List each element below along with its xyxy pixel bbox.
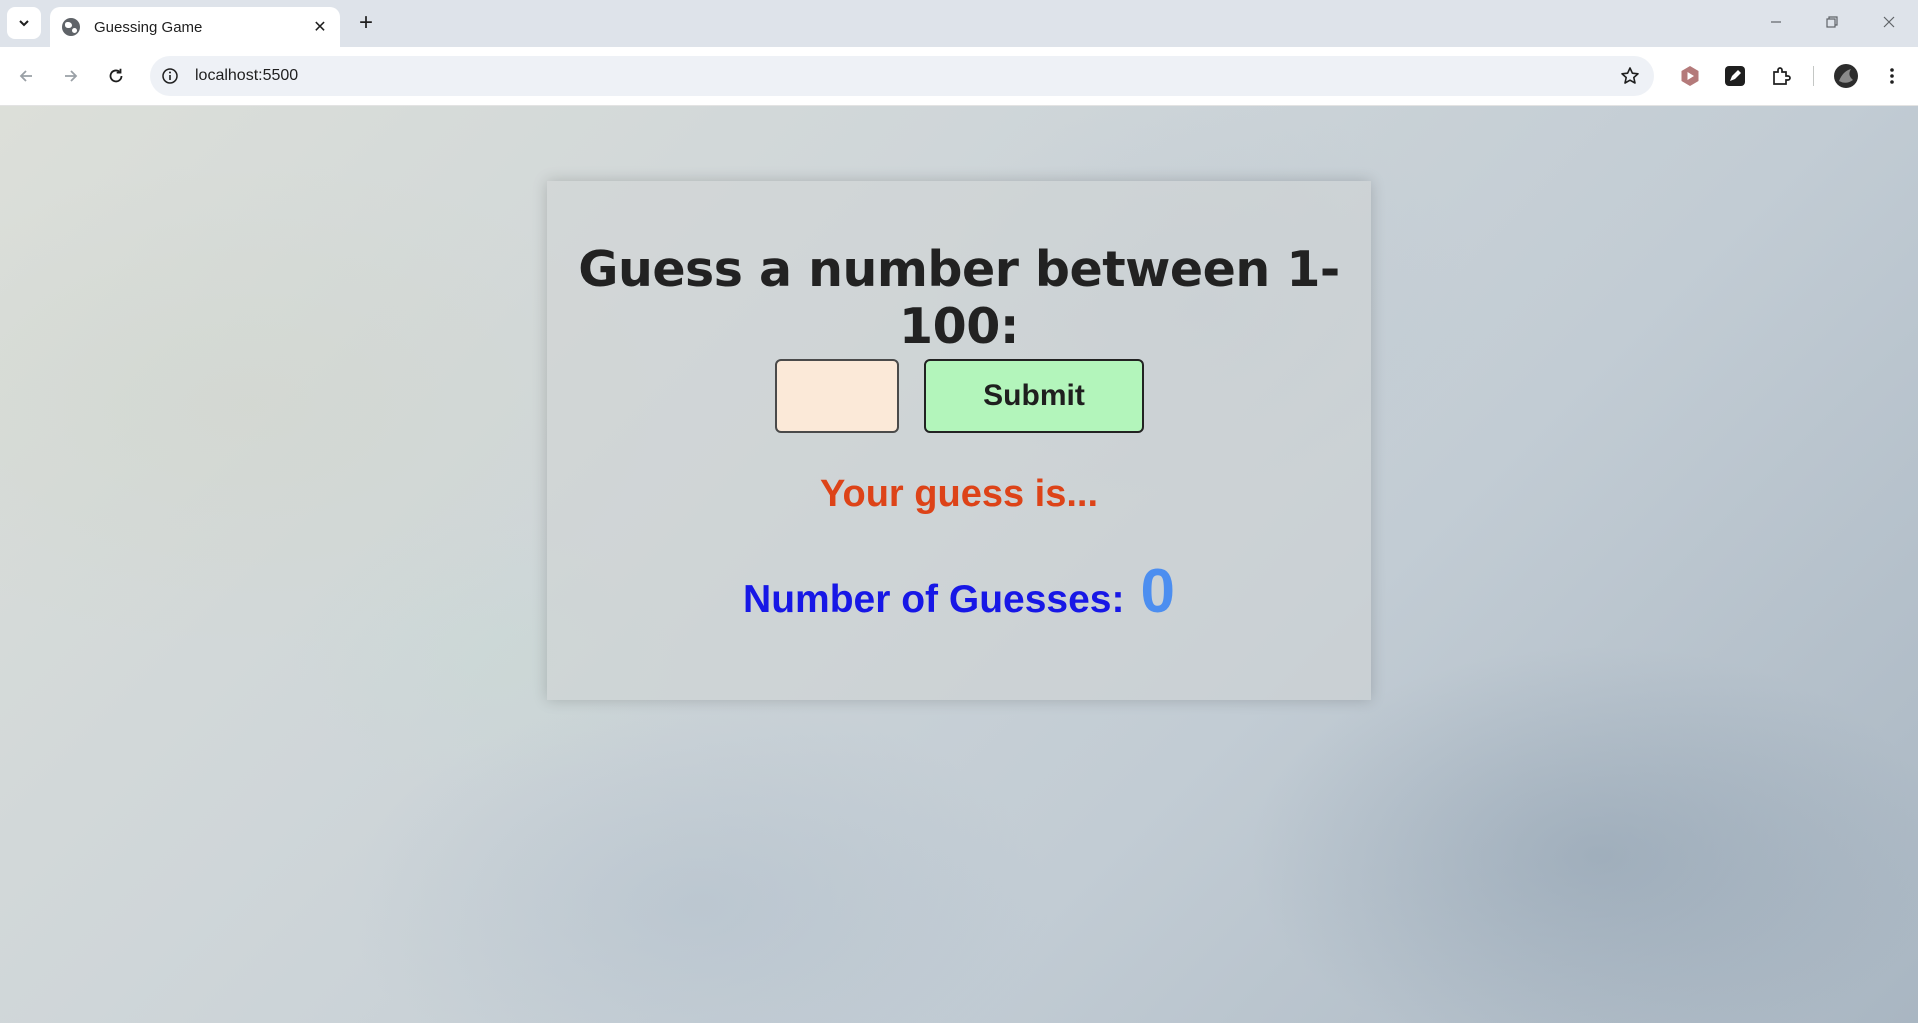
guess-input[interactable] [775,359,899,433]
extension-record-icon[interactable] [1677,63,1703,89]
guess-result-text: Your guess is... [819,473,1099,515]
arrow-right-icon [65,70,78,82]
page-background: Guess a number between 1-100: Submit You… [0,106,1918,1023]
bookmark-star-icon[interactable] [1618,64,1642,88]
guess-count-value: 0 [1140,557,1175,626]
extensions-puzzle-icon[interactable] [1768,63,1794,89]
site-info-icon[interactable] [160,66,180,86]
reload-button[interactable] [99,59,133,93]
close-tab-icon[interactable]: ✕ [310,17,330,37]
minimize-icon[interactable] [1756,8,1796,36]
extension-pen-icon[interactable] [1722,63,1748,89]
browser-toolbar: localhost:5500 [0,47,1918,106]
page-title: Guess a number between 1-100: [578,241,1340,355]
new-tab-button[interactable]: + [352,9,380,37]
chevron-down-icon [19,20,29,27]
game-card: Guess a number between 1-100: Submit You… [547,181,1371,700]
tab-title: Guessing Game [94,18,203,36]
back-button[interactable] [9,59,43,93]
guess-count-row: Number of Guesses: 0 [547,556,1371,627]
browser-tab-active[interactable]: Guessing Game ✕ [50,7,340,47]
address-bar[interactable]: localhost:5500 [150,56,1654,96]
url-text[interactable]: localhost:5500 [195,66,298,86]
close-window-icon[interactable] [1869,8,1909,36]
toolbar-divider [1813,66,1814,86]
restore-icon[interactable] [1812,8,1852,36]
guess-count-label: Number of Guesses: [743,578,1125,621]
browser-tab-strip: Guessing Game ✕ + [0,0,1918,47]
reload-icon [109,68,123,83]
profile-avatar[interactable] [1833,63,1859,89]
more-menu-icon[interactable] [1879,63,1905,89]
arrow-left-icon [19,70,32,82]
globe-icon [62,18,80,36]
forward-button[interactable] [54,59,88,93]
tab-search-button[interactable] [7,7,41,39]
submit-button[interactable]: Submit [924,359,1144,433]
